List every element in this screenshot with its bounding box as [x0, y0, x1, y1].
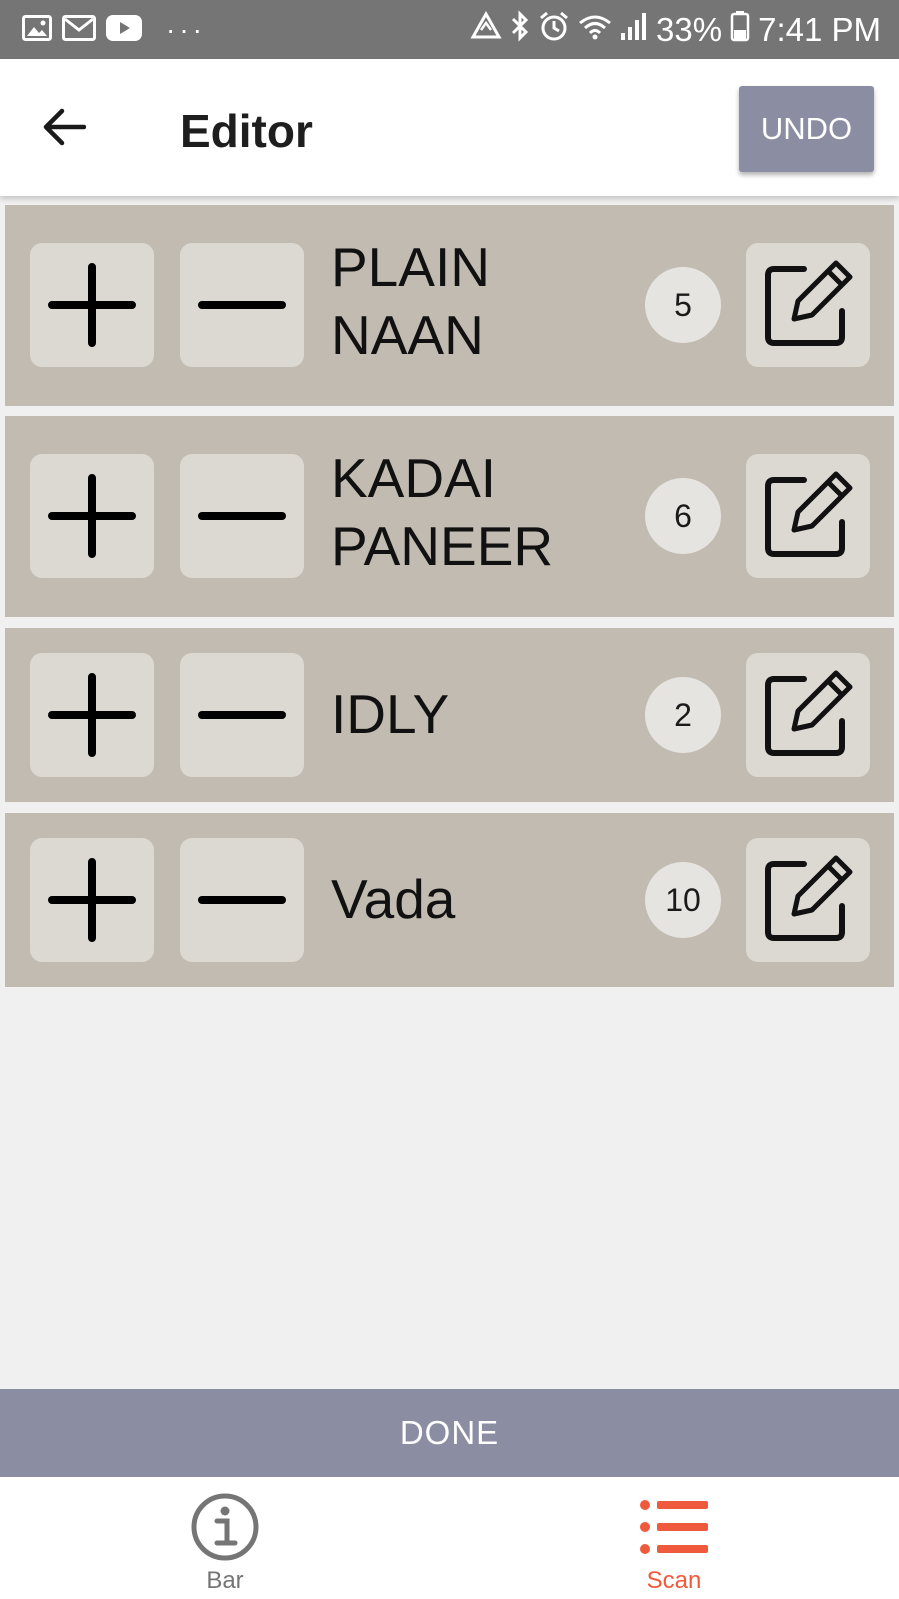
info-icon [191, 1493, 259, 1561]
item-count-badge: 6 [645, 478, 721, 554]
edit-icon [765, 471, 853, 557]
data-saver-icon [470, 10, 502, 49]
alarm-icon [538, 10, 570, 50]
increment-button[interactable] [30, 653, 154, 777]
increment-button[interactable] [30, 454, 154, 578]
signal-icon [620, 11, 648, 49]
plus-icon [48, 474, 136, 558]
list-icon [640, 1500, 708, 1554]
nav-item-scan[interactable]: Scan [574, 1477, 774, 1599]
item-count-badge: 2 [645, 677, 721, 753]
item-name: PLAIN NAAN [331, 236, 490, 366]
decrement-button[interactable] [180, 653, 304, 777]
nav-label-scan: Scan [646, 1567, 702, 1594]
arrow-left-icon [43, 108, 86, 146]
notification-icons: ··· [22, 14, 206, 46]
list-item: PLAIN NAAN 5 [5, 205, 894, 406]
item-name: KADAI PANEER [331, 447, 554, 577]
plus-icon [48, 263, 136, 347]
minus-icon [198, 896, 286, 904]
nav-item-bar[interactable]: Bar [125, 1477, 325, 1599]
decrement-button[interactable] [180, 243, 304, 367]
bottom-nav: Bar Scan [0, 1477, 899, 1599]
nav-label-bar: Bar [206, 1567, 244, 1594]
edit-icon [765, 670, 853, 756]
edit-button[interactable] [746, 653, 870, 777]
done-button[interactable]: DONE [0, 1389, 899, 1477]
plus-icon [48, 858, 136, 942]
decrement-button[interactable] [180, 454, 304, 578]
edit-button[interactable] [746, 838, 870, 962]
item-count-badge: 5 [645, 267, 721, 343]
gmail-icon [62, 14, 96, 46]
gallery-icon [22, 14, 52, 46]
list-item: KADAI PANEER 6 [5, 416, 894, 617]
item-name: Vada [331, 868, 456, 930]
status-bar: ··· 33% 7:41 PM [0, 0, 899, 59]
battery-percent: 33% [656, 11, 723, 48]
item-name: IDLY [331, 683, 450, 745]
minus-icon [198, 301, 286, 309]
edit-icon [765, 260, 853, 346]
edit-button[interactable] [746, 243, 870, 367]
minus-icon [198, 512, 286, 520]
decrement-button[interactable] [180, 838, 304, 962]
undo-button[interactable]: UNDO [739, 86, 874, 172]
more-notifications: ··· [166, 14, 206, 45]
edit-button[interactable] [746, 454, 870, 578]
wifi-icon [578, 11, 612, 49]
edit-icon [765, 855, 853, 941]
minus-icon [198, 711, 286, 719]
list-item: IDLY 2 [5, 628, 894, 802]
increment-button[interactable] [30, 838, 154, 962]
bluetooth-icon [510, 10, 530, 50]
youtube-icon [106, 14, 142, 46]
item-count-badge: 10 [645, 862, 721, 938]
page-title: Editor [180, 105, 313, 157]
increment-button[interactable] [30, 243, 154, 367]
list-item: Vada 10 [5, 813, 894, 987]
plus-icon [48, 673, 136, 757]
system-icons: 33% 7:41 PM [470, 6, 881, 54]
clock: 7:41 PM [758, 11, 881, 48]
back-button[interactable] [36, 99, 92, 155]
app-bar: Editor UNDO [0, 59, 899, 196]
battery-icon [730, 10, 750, 50]
